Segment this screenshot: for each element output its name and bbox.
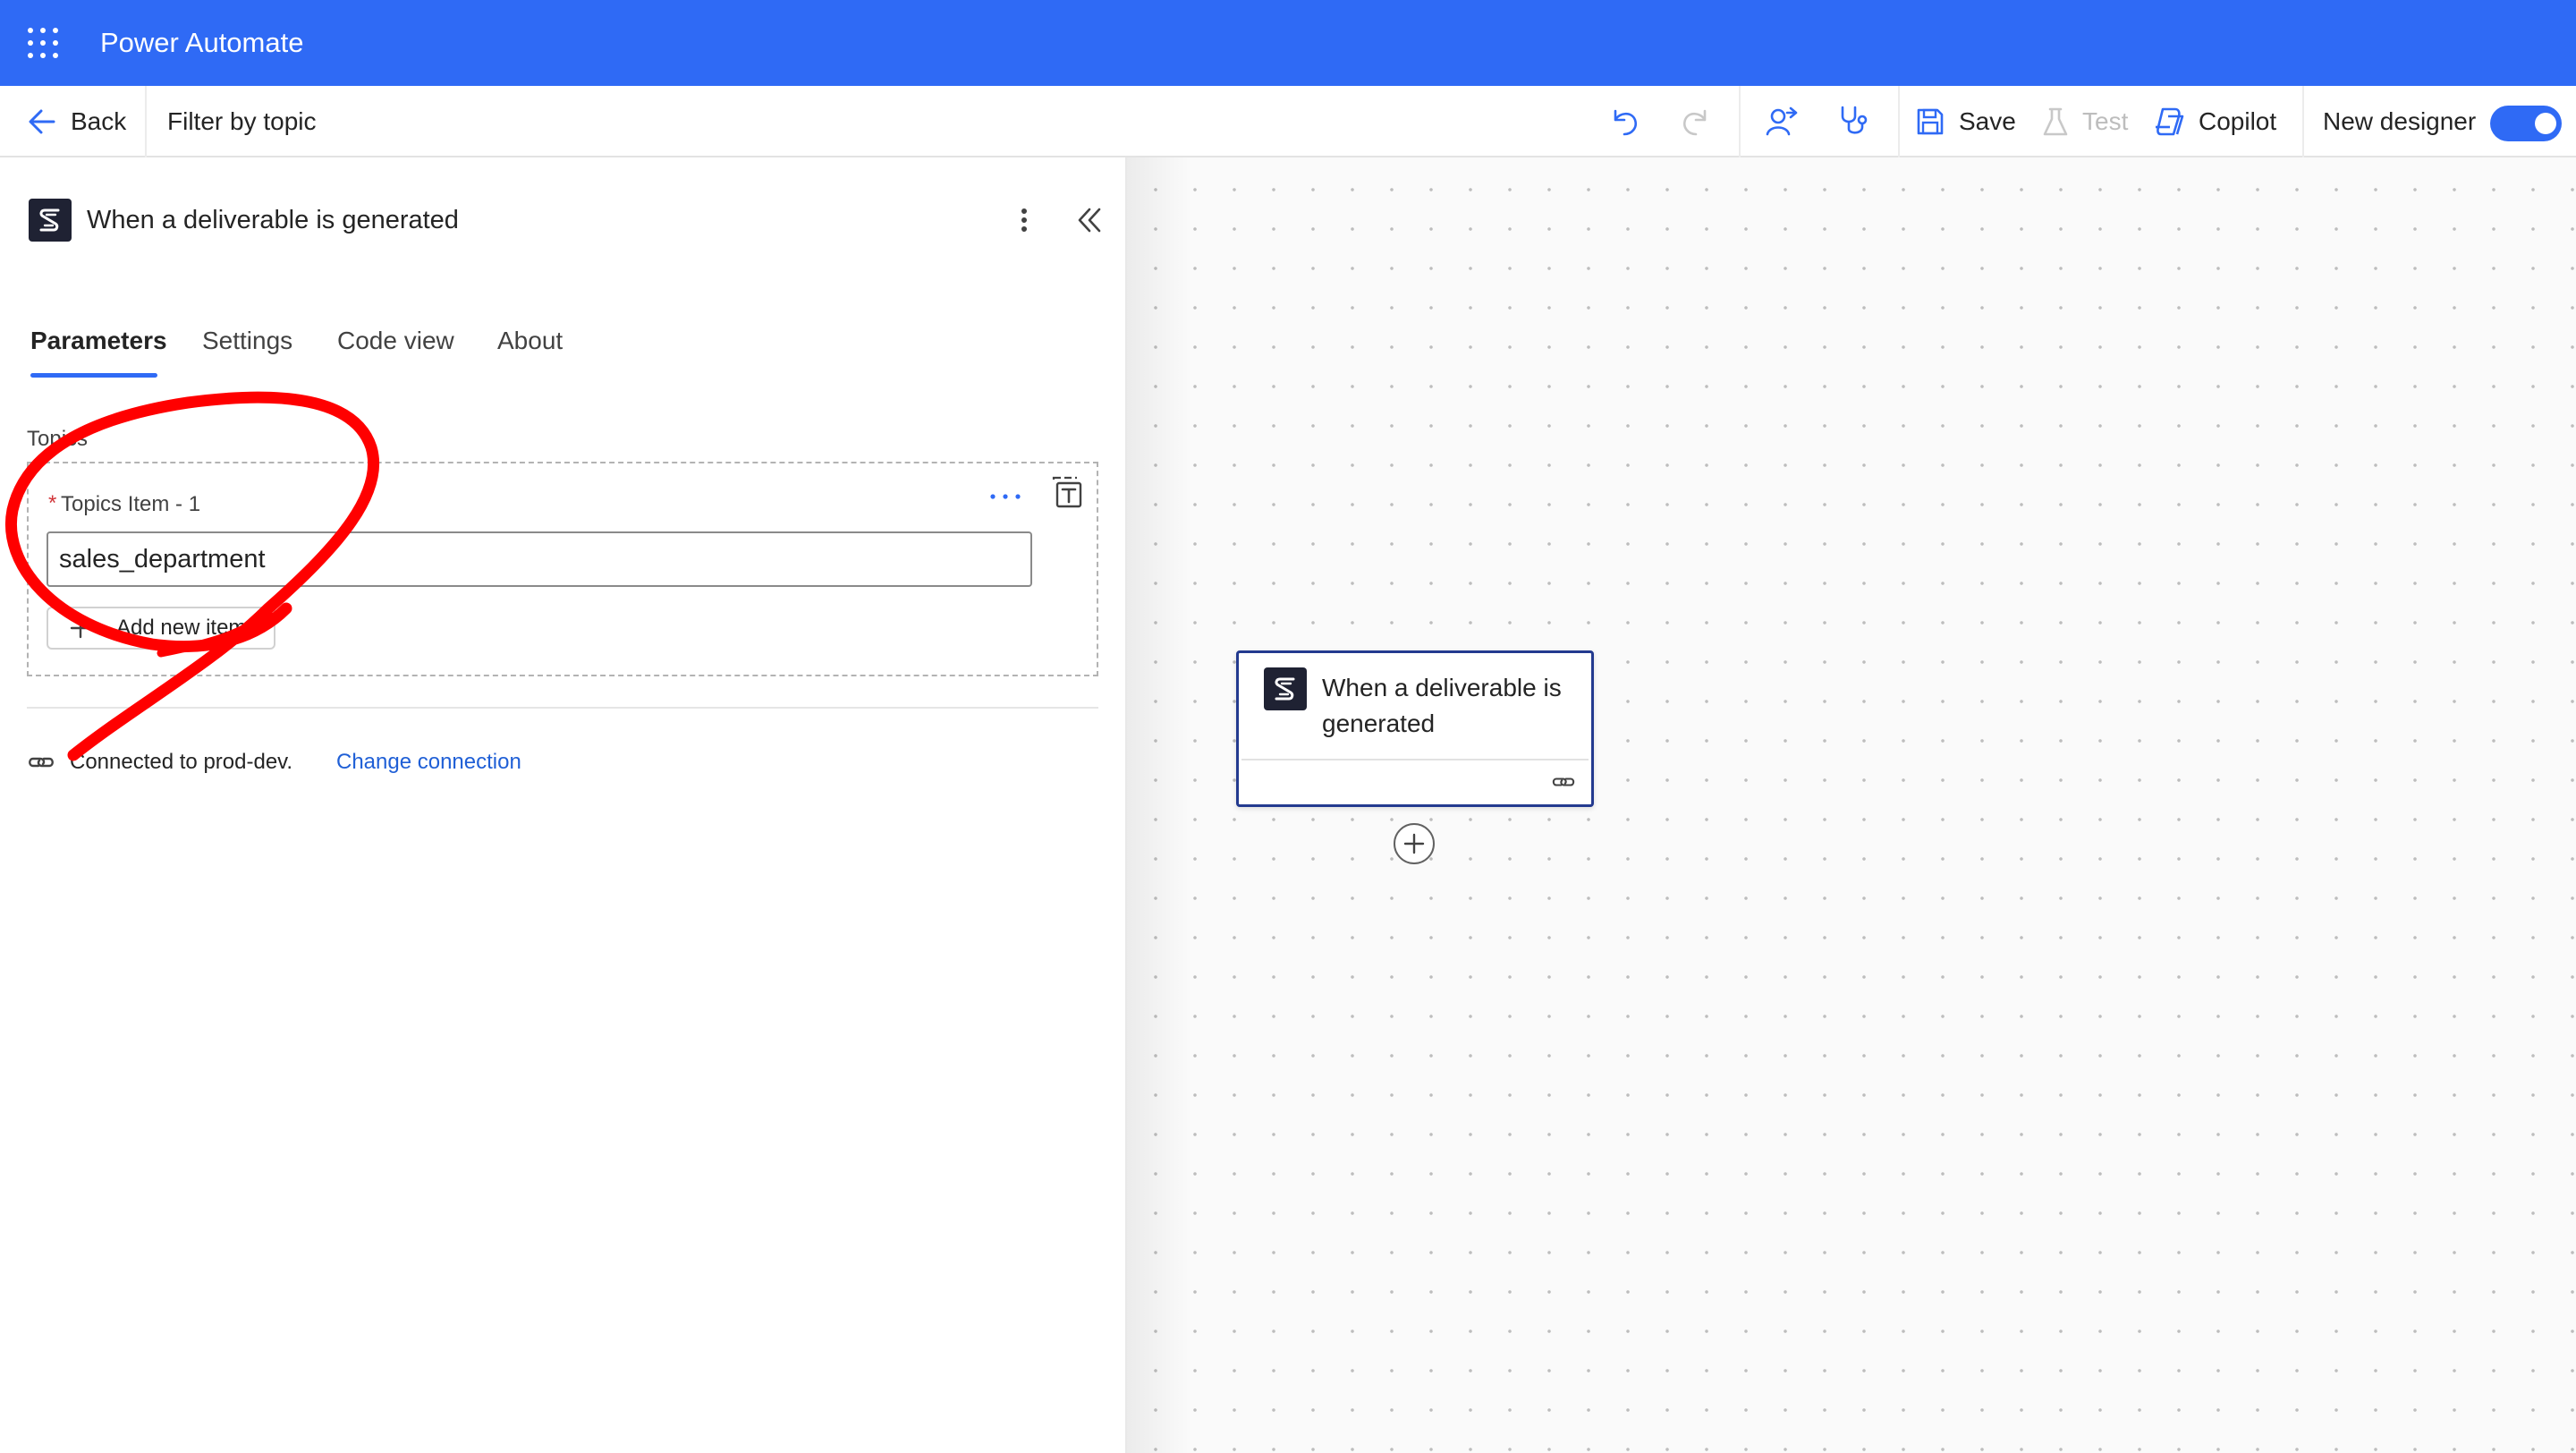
toolbar-divider (2302, 86, 2304, 157)
redo-icon[interactable] (1678, 104, 1714, 140)
toggle-knob (2535, 113, 2556, 134)
back-button[interactable]: Back (21, 104, 156, 140)
copilot-label: Copilot (2199, 107, 2277, 135)
item-more-options-icon[interactable] (984, 483, 1027, 510)
stethoscope-icon[interactable] (1835, 104, 1871, 140)
save-button[interactable]: Save (1914, 104, 2021, 140)
save-label: Save (1959, 107, 2016, 135)
toolbar-divider (145, 86, 147, 157)
add-step-button[interactable] (1394, 823, 1435, 864)
collapse-panel-icon[interactable] (1073, 204, 1106, 236)
filter-by-topic-button[interactable]: Filter by topic (167, 104, 317, 140)
app-title: Power Automate (100, 27, 304, 58)
card-title-line2: generated (1322, 710, 1436, 737)
switch-to-text-mode-icon[interactable] (1050, 474, 1086, 510)
toolbar-divider (1739, 86, 1741, 157)
test-label: Test (2082, 107, 2129, 135)
card-title-line1: When a deliverable is (1322, 674, 1562, 701)
tab-about[interactable]: About (497, 323, 563, 359)
plus-icon (1403, 833, 1425, 854)
arrow-left-icon (29, 109, 55, 134)
flow-checker-icon[interactable] (1764, 104, 1800, 140)
card-link-icon (1552, 777, 1575, 786)
back-label: Back (71, 107, 127, 135)
beaker-icon (2043, 107, 2068, 136)
active-tab-indicator (30, 373, 157, 378)
test-button[interactable]: Test (2041, 104, 2140, 140)
copilot-button[interactable]: Copilot (2152, 104, 2286, 140)
red-annotation-circle (5, 391, 380, 761)
connector-logo-icon (29, 199, 72, 242)
properties-panel (0, 157, 1127, 1453)
more-options-icon[interactable] (1011, 202, 1038, 238)
toolbar-divider (1898, 86, 1900, 157)
app-launcher-icon[interactable] (27, 27, 59, 59)
trigger-title: When a deliverable is generated (87, 206, 459, 234)
card-connector-logo-icon (1264, 667, 1307, 710)
tab-parameters[interactable]: Parameters (30, 323, 167, 359)
undo-icon[interactable] (1606, 104, 1642, 140)
tab-settings[interactable]: Settings (202, 323, 292, 359)
tab-code-view[interactable]: Code view (337, 323, 454, 359)
copilot-icon (2156, 107, 2184, 136)
card-divider (1241, 759, 1589, 760)
new-designer-label: New designer (2323, 107, 2477, 135)
save-icon (1917, 108, 1944, 135)
panel-shadow (1127, 157, 1190, 1453)
app-header (0, 0, 2576, 86)
